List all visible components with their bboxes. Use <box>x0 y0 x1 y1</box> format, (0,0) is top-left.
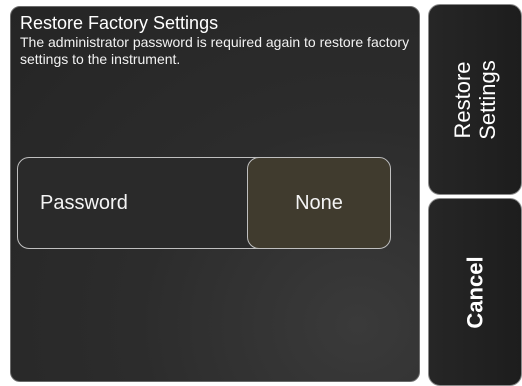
password-row: Password None <box>17 157 391 249</box>
password-value: None <box>295 191 343 214</box>
cancel-button[interactable]: Cancel <box>428 198 522 386</box>
restore-dialog-panel: Restore Factory Settings The administrat… <box>10 6 420 382</box>
cancel-label: Cancel <box>462 255 488 329</box>
password-label: Password <box>40 192 128 214</box>
password-entry-button[interactable]: None <box>247 158 390 248</box>
restore-settings-label: Restore Settings <box>450 59 500 140</box>
restore-settings-button[interactable]: Restore Settings <box>428 4 522 195</box>
dialog-message: The administrator password is required a… <box>20 34 410 67</box>
dialog-title: Restore Factory Settings <box>20 13 219 33</box>
